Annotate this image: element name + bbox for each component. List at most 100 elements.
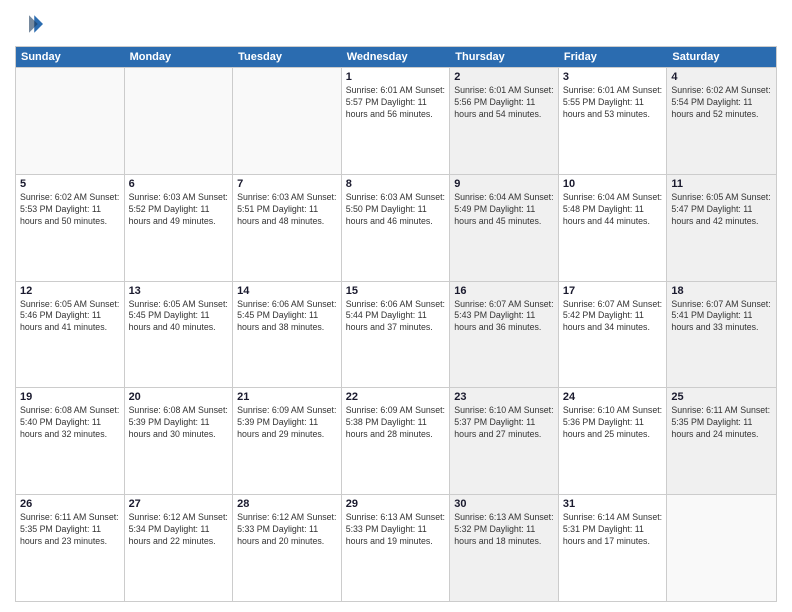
calendar-cell: 25Sunrise: 6:11 AM Sunset: 5:35 PM Dayli… (667, 388, 776, 494)
calendar-cell: 1 Sunrise: 6:01 AM Sunset: 5:57 PM Daylig… (342, 68, 451, 174)
cell-info: Sunrise: 6:06 AM Sunset: 5:44 PM Dayligh… (346, 299, 446, 335)
calendar-row: 26 Sunrise: 6:11 AM Sunset: 5:35 PM Dayli… (16, 494, 776, 601)
weekday-header: Monday (125, 47, 234, 67)
cell-info: Sunrise: 6:09 AM Sunset: 5:38 PM Dayligh… (346, 405, 446, 441)
cell-info: Sunrise: 6:09 AM Sunset: 5:39 PM Dayligh… (237, 405, 337, 441)
cell-info: Sunrise: 6:10 AM Sunset: 5:37 PM Dayligh… (454, 405, 554, 441)
weekday-header: Friday (559, 47, 668, 67)
calendar-row: 12Sunrise: 6:05 AM Sunset: 5:46 PM Dayli… (16, 281, 776, 388)
cell-info: Sunrise: 6:08 AM Sunset: 5:39 PM Dayligh… (129, 405, 229, 441)
calendar-cell (233, 68, 342, 174)
cell-info: Sunrise: 6:03 AM Sunset: 5:52 PM Dayligh… (129, 192, 229, 228)
calendar-cell: 7Sunrise: 6:03 AM Sunset: 5:51 PM Daylig… (233, 175, 342, 281)
calendar-cell: 24 Sunrise: 6:10 AM Sunset: 5:36 PM Dayli… (559, 388, 668, 494)
day-number: 26 (20, 498, 120, 510)
calendar-cell: 18 Sunrise: 6:07 AM Sunset: 5:41 PM Dayli… (667, 282, 776, 388)
calendar-cell: 13 Sunrise: 6:05 AM Sunset: 5:45 PM Dayli… (125, 282, 234, 388)
day-number: 1 (346, 71, 446, 83)
cell-info: Sunrise: 6:02 AM Sunset: 5:53 PM Dayligh… (20, 192, 120, 228)
cell-info: Sunrise: 6:08 AM Sunset: 5:40 PM Dayligh… (20, 405, 120, 441)
cell-info: Sunrise: 6:11 AM Sunset: 5:35 PM Dayligh… (20, 512, 120, 548)
cell-info: Sunrise: 6:01 AM Sunset: 5:57 PM Dayligh… (346, 85, 446, 121)
cell-info: Sunrise: 6:13 AM Sunset: 5:32 PM Dayligh… (454, 512, 554, 548)
cell-info: Sunrise: 6:05 AM Sunset: 5:45 PM Dayligh… (129, 299, 229, 335)
logo-icon (15, 10, 43, 38)
calendar-cell: 30 Sunrise: 6:13 AM Sunset: 5:32 PM Dayli… (450, 495, 559, 601)
calendar-cell: 28 Sunrise: 6:12 AM Sunset: 5:33 PM Dayli… (233, 495, 342, 601)
day-number: 18 (671, 285, 772, 297)
calendar-cell: 19 Sunrise: 6:08 AM Sunset: 5:40 PM Dayli… (16, 388, 125, 494)
calendar-cell: 22 Sunrise: 6:09 AM Sunset: 5:38 PM Dayli… (342, 388, 451, 494)
calendar-cell: 11Sunrise: 6:05 AM Sunset: 5:47 PM Dayli… (667, 175, 776, 281)
calendar-cell: 23 Sunrise: 6:10 AM Sunset: 5:37 PM Dayli… (450, 388, 559, 494)
calendar-cell: 29Sunrise: 6:13 AM Sunset: 5:33 PM Dayli… (342, 495, 451, 601)
page: SundayMondayTuesdayWednesdayThursdayFrid… (0, 0, 792, 612)
calendar-cell: 27 Sunrise: 6:12 AM Sunset: 5:34 PM Dayli… (125, 495, 234, 601)
calendar-row: 19 Sunrise: 6:08 AM Sunset: 5:40 PM Dayli… (16, 387, 776, 494)
calendar-cell: 9 Sunrise: 6:04 AM Sunset: 5:49 PM Daylig… (450, 175, 559, 281)
calendar-cell: 20 Sunrise: 6:08 AM Sunset: 5:39 PM Dayli… (125, 388, 234, 494)
calendar-row: 5 Sunrise: 6:02 AM Sunset: 5:53 PM Daylig… (16, 174, 776, 281)
weekday-header: Tuesday (233, 47, 342, 67)
day-number: 27 (129, 498, 229, 510)
day-number: 14 (237, 285, 337, 297)
day-number: 13 (129, 285, 229, 297)
day-number: 2 (454, 71, 554, 83)
calendar-cell: 17 Sunrise: 6:07 AM Sunset: 5:42 PM Dayli… (559, 282, 668, 388)
calendar-cell: 5 Sunrise: 6:02 AM Sunset: 5:53 PM Daylig… (16, 175, 125, 281)
day-number: 20 (129, 391, 229, 403)
calendar-cell (16, 68, 125, 174)
calendar-cell: 21 Sunrise: 6:09 AM Sunset: 5:39 PM Dayli… (233, 388, 342, 494)
cell-info: Sunrise: 6:01 AM Sunset: 5:56 PM Dayligh… (454, 85, 554, 121)
cell-info: Sunrise: 6:02 AM Sunset: 5:54 PM Dayligh… (671, 85, 772, 121)
calendar-row: 1 Sunrise: 6:01 AM Sunset: 5:57 PM Daylig… (16, 67, 776, 174)
cell-info: Sunrise: 6:14 AM Sunset: 5:31 PM Dayligh… (563, 512, 663, 548)
calendar-cell: 15 Sunrise: 6:06 AM Sunset: 5:44 PM Dayli… (342, 282, 451, 388)
calendar-cell: 14Sunrise: 6:06 AM Sunset: 5:45 PM Dayli… (233, 282, 342, 388)
day-number: 5 (20, 178, 120, 190)
day-number: 6 (129, 178, 229, 190)
day-number: 10 (563, 178, 663, 190)
cell-info: Sunrise: 6:07 AM Sunset: 5:43 PM Dayligh… (454, 299, 554, 335)
weekday-header: Saturday (667, 47, 776, 67)
calendar-cell: 2 Sunrise: 6:01 AM Sunset: 5:56 PM Daylig… (450, 68, 559, 174)
day-number: 29 (346, 498, 446, 510)
calendar: SundayMondayTuesdayWednesdayThursdayFrid… (15, 46, 777, 602)
logo (15, 10, 47, 38)
calendar-cell (667, 495, 776, 601)
header (15, 10, 777, 38)
calendar-body: 1 Sunrise: 6:01 AM Sunset: 5:57 PM Daylig… (16, 67, 776, 601)
cell-info: Sunrise: 6:07 AM Sunset: 5:42 PM Dayligh… (563, 299, 663, 335)
day-number: 3 (563, 71, 663, 83)
weekday-header: Wednesday (342, 47, 451, 67)
day-number: 12 (20, 285, 120, 297)
day-number: 9 (454, 178, 554, 190)
calendar-cell: 10Sunrise: 6:04 AM Sunset: 5:48 PM Dayli… (559, 175, 668, 281)
day-number: 19 (20, 391, 120, 403)
cell-info: Sunrise: 6:01 AM Sunset: 5:55 PM Dayligh… (563, 85, 663, 121)
day-number: 16 (454, 285, 554, 297)
cell-info: Sunrise: 6:07 AM Sunset: 5:41 PM Dayligh… (671, 299, 772, 335)
day-number: 22 (346, 391, 446, 403)
day-number: 23 (454, 391, 554, 403)
cell-info: Sunrise: 6:04 AM Sunset: 5:49 PM Dayligh… (454, 192, 554, 228)
weekday-header: Thursday (450, 47, 559, 67)
calendar-cell: 4Sunrise: 6:02 AM Sunset: 5:54 PM Daylig… (667, 68, 776, 174)
calendar-cell: 3 Sunrise: 6:01 AM Sunset: 5:55 PM Daylig… (559, 68, 668, 174)
day-number: 8 (346, 178, 446, 190)
day-number: 28 (237, 498, 337, 510)
calendar-cell (125, 68, 234, 174)
cell-info: Sunrise: 6:12 AM Sunset: 5:33 PM Dayligh… (237, 512, 337, 548)
day-number: 21 (237, 391, 337, 403)
calendar-header: SundayMondayTuesdayWednesdayThursdayFrid… (16, 47, 776, 67)
day-number: 30 (454, 498, 554, 510)
cell-info: Sunrise: 6:10 AM Sunset: 5:36 PM Dayligh… (563, 405, 663, 441)
cell-info: Sunrise: 6:12 AM Sunset: 5:34 PM Dayligh… (129, 512, 229, 548)
day-number: 24 (563, 391, 663, 403)
day-number: 25 (671, 391, 772, 403)
weekday-header: Sunday (16, 47, 125, 67)
calendar-cell: 26 Sunrise: 6:11 AM Sunset: 5:35 PM Dayli… (16, 495, 125, 601)
day-number: 15 (346, 285, 446, 297)
day-number: 17 (563, 285, 663, 297)
calendar-cell: 12Sunrise: 6:05 AM Sunset: 5:46 PM Dayli… (16, 282, 125, 388)
